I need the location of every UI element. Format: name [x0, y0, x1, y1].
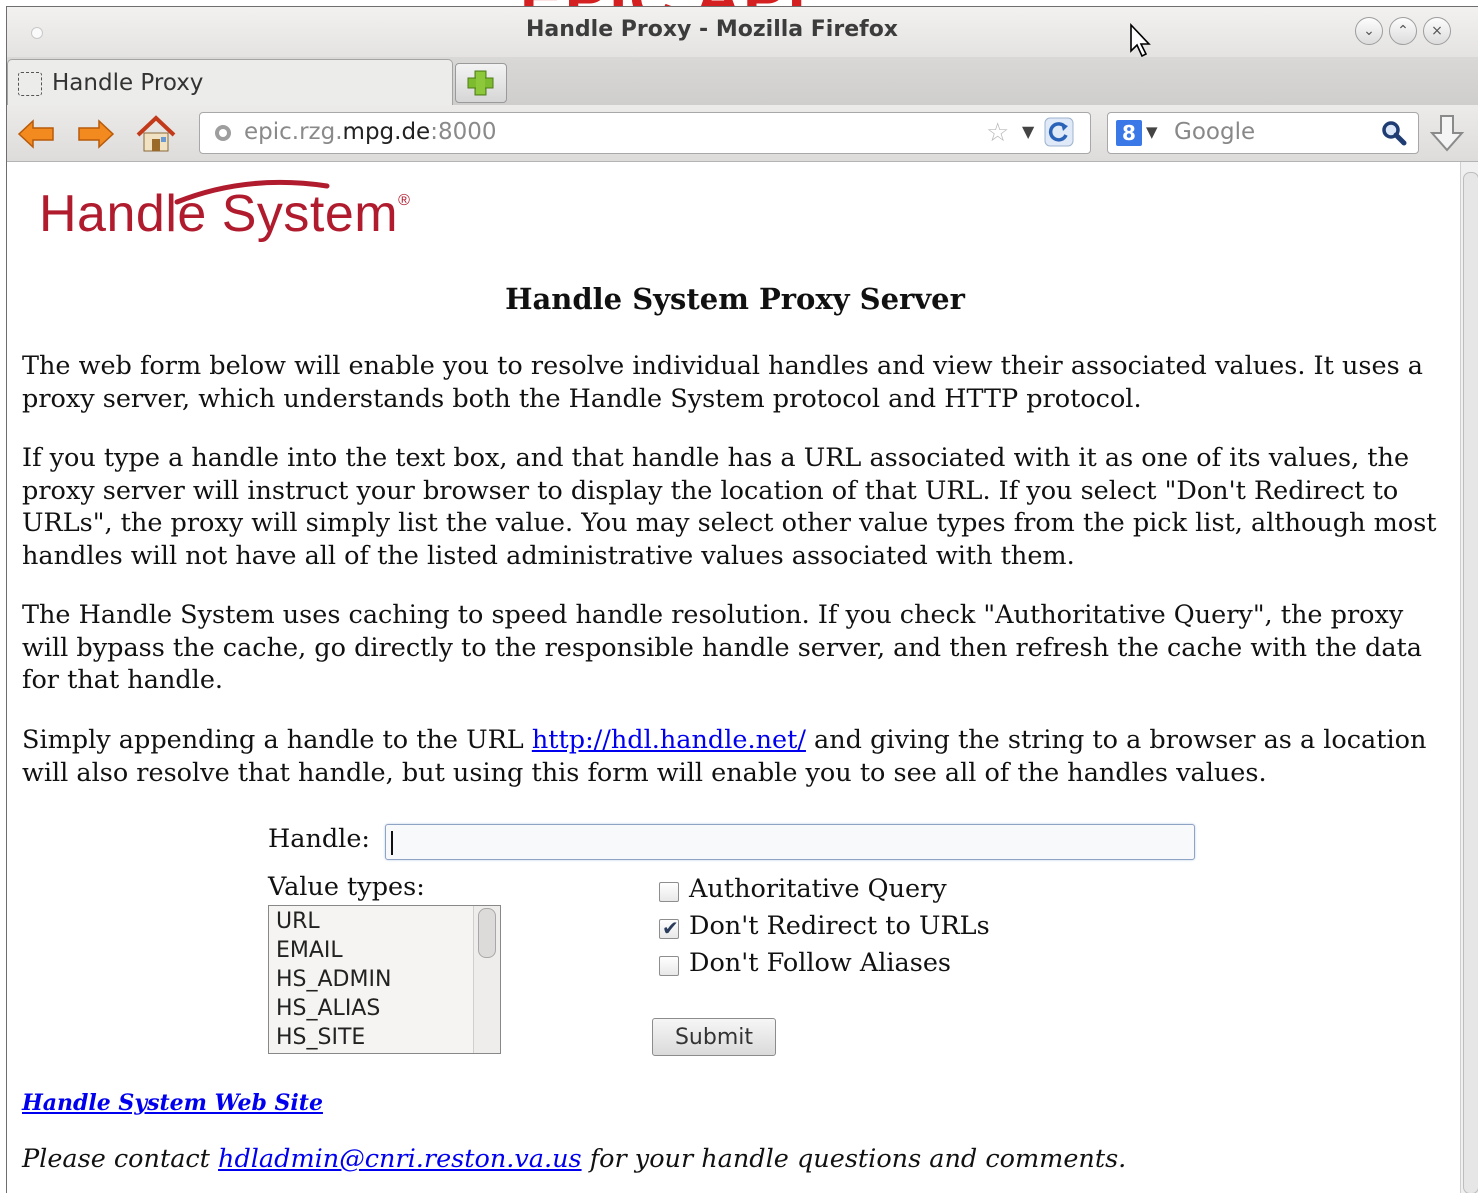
authoritative-query-label: Authoritative Query [689, 874, 947, 904]
maximize-button[interactable]: ⌃ [1389, 17, 1417, 45]
tab-strip: Handle Proxy [7, 57, 1478, 106]
search-engine-icon[interactable]: 8 [1116, 120, 1142, 146]
url-bar[interactable]: epic.rzg.mpg.de:8000 ☆ ▼ [199, 112, 1091, 154]
window-title: Handle Proxy - Mozilla Firefox [525, 17, 898, 42]
search-placeholder: Google [1174, 119, 1256, 145]
checkmark-icon: ✔ [662, 916, 679, 940]
text-caret [391, 831, 393, 855]
page-content: Handle System® Handle System Proxy Serve… [7, 162, 1459, 1193]
title-bar: Handle Proxy - Mozilla Firefox ⌄ ⌃ × [7, 7, 1478, 58]
reload-icon[interactable] [1044, 117, 1074, 147]
url-domain: mpg.de [342, 119, 431, 145]
authoritative-query-checkbox[interactable] [659, 882, 679, 902]
logo-swoosh-icon [174, 179, 330, 205]
forward-arrow-icon[interactable] [75, 113, 117, 155]
dont-redirect-label: Don't Redirect to URLs [689, 911, 990, 941]
redirect-paragraph: If you type a handle into the text box, … [22, 443, 1437, 571]
contact-email-link[interactable]: hdladmin@cnri.reston.va.us [218, 1144, 582, 1174]
appending-paragraph: Simply appending a handle to the URL htt… [22, 724, 1447, 789]
mouse-cursor-icon [1130, 23, 1151, 58]
caching-paragraph: The Handle System uses caching to speed … [22, 600, 1422, 695]
dont-redirect-checkbox[interactable]: ✔ [659, 916, 679, 940]
value-type-option[interactable]: HS_ALIAS [276, 996, 380, 1021]
navigation-bar: epic.rzg.mpg.de:8000 ☆ ▼ 8 ▼ Google [7, 105, 1478, 162]
close-button[interactable]: × [1423, 17, 1451, 45]
browser-window: Handle Proxy - Mozilla Firefox ⌄ ⌃ × Han… [6, 6, 1478, 1193]
appending-text-before: Simply appending a handle to the URL [22, 725, 532, 755]
contact-text-before: Please contact [22, 1144, 219, 1174]
new-tab-button[interactable] [455, 63, 507, 103]
minimize-button[interactable]: ⌄ [1355, 17, 1383, 45]
page-scroll-thumb[interactable] [1463, 172, 1478, 1193]
dont-follow-aliases-checkbox[interactable] [659, 956, 679, 976]
contact-line: Please contact hdladmin@cnri.reston.va.u… [22, 1144, 1126, 1174]
contact-text-after: for your handle questions and comments. [581, 1144, 1127, 1174]
download-arrow-icon[interactable] [1427, 113, 1467, 155]
value-type-option[interactable]: EMAIL [276, 938, 343, 963]
hdl-handle-net-link[interactable]: http://hdl.handle.net/ [532, 725, 806, 755]
globe-icon [215, 125, 231, 141]
handle-label: Handle: [268, 824, 371, 854]
listbox-scroll-thumb[interactable] [478, 908, 496, 958]
value-type-option[interactable]: HS_ADMIN [276, 967, 391, 992]
bookmark-star-icon[interactable]: ☆ [986, 118, 1009, 148]
dont-follow-aliases-label: Don't Follow Aliases [689, 948, 952, 978]
value-types-listbox[interactable]: URL EMAIL HS_ADMIN HS_ALIAS HS_SITE [268, 905, 501, 1054]
tab-handle-proxy[interactable]: Handle Proxy [7, 59, 453, 106]
search-bar[interactable]: 8 ▼ Google [1107, 112, 1419, 154]
handle-input[interactable] [385, 824, 1195, 860]
history-dropdown-icon[interactable]: ▼ [1022, 122, 1034, 141]
value-type-option[interactable]: HS_SITE [276, 1025, 365, 1050]
page-scrollbar[interactable] [1460, 162, 1478, 1193]
url-port: :8000 [430, 119, 497, 145]
value-types-label: Value types: [268, 872, 425, 902]
plus-icon [467, 70, 494, 96]
handle-system-web-site-link[interactable]: Handle System Web Site [22, 1090, 323, 1116]
home-icon[interactable] [135, 113, 177, 155]
url-prefix: epic.rzg. [244, 119, 343, 145]
value-type-option[interactable]: URL [276, 909, 320, 934]
back-arrow-icon[interactable] [15, 113, 57, 155]
page-favicon-icon [18, 72, 42, 96]
listbox-scrollbar[interactable] [473, 906, 500, 1053]
search-icon[interactable] [1380, 119, 1408, 147]
url-text[interactable]: epic.rzg.mpg.de:8000 [244, 119, 497, 145]
intro-paragraph: The web form below will enable you to re… [22, 351, 1423, 414]
submit-button[interactable]: Submit [652, 1018, 776, 1056]
page-title: Handle System Proxy Server [505, 282, 965, 316]
tab-label: Handle Proxy [52, 70, 204, 96]
search-engine-dropdown-icon[interactable]: ▼ [1146, 123, 1158, 141]
